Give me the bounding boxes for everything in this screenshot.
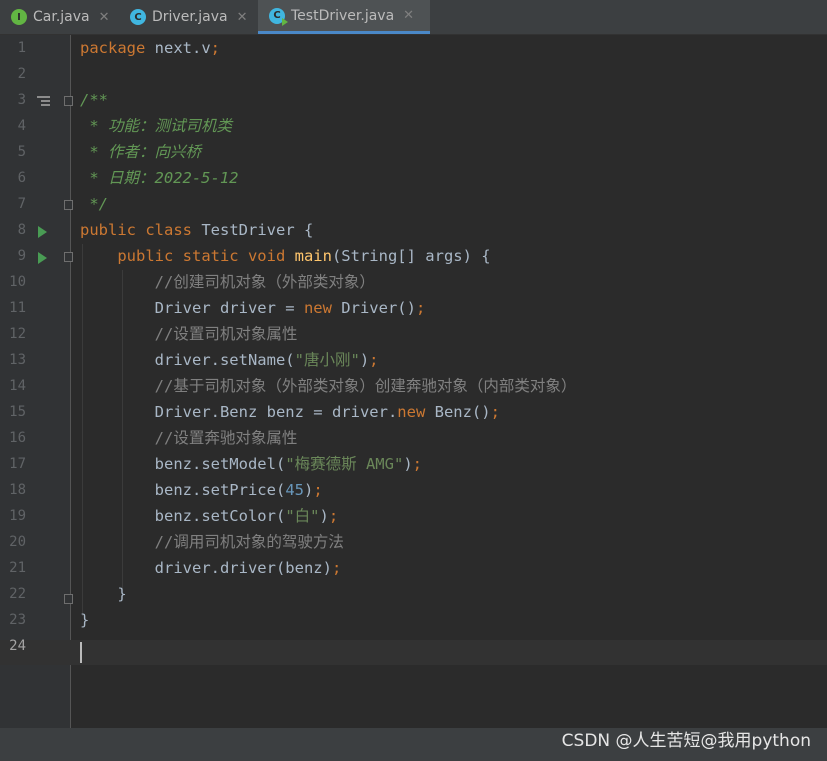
fold-marker-icon[interactable]: [64, 200, 73, 210]
class-icon: C: [130, 9, 146, 25]
code-line-16: //设置奔驰对象属性: [80, 429, 298, 447]
line-number: 13: [9, 352, 26, 368]
code-line-10: //创建司机对象（外部类对象）: [80, 273, 375, 291]
line-number: 16: [9, 430, 26, 446]
close-icon[interactable]: ✕: [237, 10, 248, 25]
doc-comment-icon[interactable]: [37, 96, 50, 107]
line-number: 3: [17, 92, 26, 108]
line-number: 9: [17, 248, 26, 264]
line-number: 2: [17, 66, 26, 82]
line-number: 14: [9, 378, 26, 394]
code-line-17: benz.setModel("梅赛德斯 AMG");: [80, 455, 422, 473]
watermark: CSDN @人生苦短@我用python: [561, 731, 811, 751]
code-line-1: package next.v;: [80, 39, 220, 57]
line-number: 6: [17, 170, 26, 186]
code-line-11: Driver driver = new Driver();: [80, 299, 426, 317]
code-line-9: public static void main(String[] args) {: [80, 247, 491, 265]
close-icon[interactable]: ✕: [403, 8, 414, 23]
line-number: 12: [9, 326, 26, 342]
code-line-6: * 日期：2022-5-12: [80, 169, 239, 187]
line-number: 1: [17, 40, 26, 56]
code-line-12: //设置司机对象属性: [80, 325, 298, 343]
code-line-21: driver.driver(benz);: [80, 559, 342, 577]
line-number: 20: [9, 534, 26, 550]
line-number: 8: [17, 222, 26, 238]
tab-testdriver-java[interactable]: C TestDriver.java ✕: [258, 0, 430, 34]
code-line-14: //基于司机对象（外部类对象）创建奔驰对象（内部类对象）: [80, 377, 577, 395]
line-number: 10: [9, 274, 26, 290]
code-line-19: benz.setColor("白");: [80, 507, 339, 525]
line-number: 15: [9, 404, 26, 420]
code-line-18: benz.setPrice(45);: [80, 481, 323, 499]
text-caret: [80, 642, 82, 663]
line-number: 7: [17, 196, 26, 212]
tab-driver-java[interactable]: C Driver.java ✕: [119, 0, 258, 34]
tab-car-java[interactable]: I Car.java ✕: [0, 0, 119, 34]
code-line-4: * 功能：测试司机类: [80, 117, 232, 135]
line-number: 21: [9, 560, 26, 576]
tab-label: Car.java: [33, 9, 90, 25]
code-line-8: public class TestDriver {: [80, 221, 314, 239]
run-class-icon[interactable]: [38, 226, 47, 238]
runnable-class-icon: C: [269, 7, 288, 26]
code-line-15: Driver.Benz benz = driver.new Benz();: [80, 403, 500, 421]
line-number: 22: [9, 586, 26, 602]
line-number: 4: [17, 118, 26, 134]
line-number: 17: [9, 456, 26, 472]
tab-label: TestDriver.java: [291, 7, 395, 24]
line-number: 5: [17, 144, 26, 160]
line-number: 23: [9, 612, 26, 628]
code-line-13: driver.setName("唐小刚");: [80, 351, 379, 369]
fold-marker-icon[interactable]: [64, 594, 73, 604]
code-line-5: * 作者：向兴桥: [80, 143, 201, 161]
run-method-icon[interactable]: [38, 252, 47, 264]
line-number: 19: [9, 508, 26, 524]
code-line-3: /**: [80, 91, 108, 109]
line-number: 18: [9, 482, 26, 498]
line-number: 11: [9, 300, 26, 316]
fold-marker-icon[interactable]: [64, 252, 73, 262]
code-line-23: }: [80, 611, 90, 629]
editor-tab-bar: I Car.java ✕ C Driver.java ✕ C TestDrive…: [0, 0, 827, 35]
interface-icon: I: [11, 9, 27, 25]
close-icon[interactable]: ✕: [99, 10, 110, 25]
fold-marker-icon[interactable]: [64, 96, 73, 106]
code-line-7: */: [80, 195, 108, 213]
code-line-22: }: [80, 585, 127, 603]
tab-label: Driver.java: [152, 9, 228, 25]
current-line-highlight: [0, 640, 827, 665]
code-line-20: //调用司机对象的驾驶方法: [80, 533, 344, 551]
line-number: 24: [9, 638, 26, 654]
